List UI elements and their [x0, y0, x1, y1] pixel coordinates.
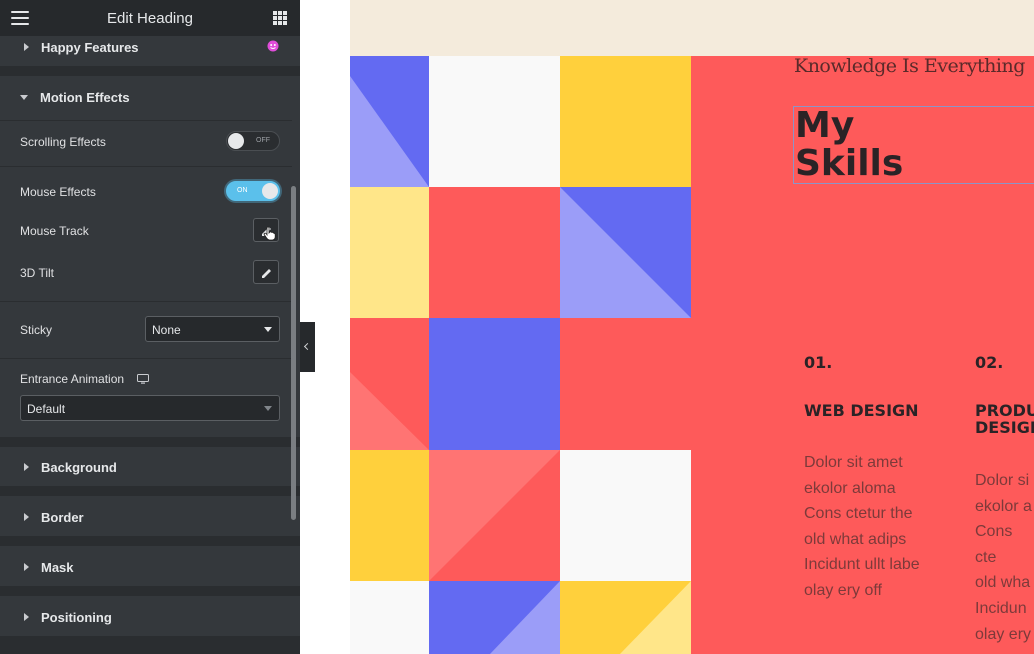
pencil-edit-icon: [262, 269, 271, 278]
row-sticky: Sticky None: [0, 310, 300, 350]
skill-name-line: PRODU: [975, 401, 1034, 420]
row-mouse-effects: Mouse Effects ON: [0, 172, 300, 212]
section-gap: [0, 636, 300, 654]
section-label: Positioning: [41, 609, 112, 625]
toggle-knob: [262, 183, 278, 199]
entrance-animation-label: Entrance Animation: [20, 372, 125, 386]
row-mouse-track: Mouse Track: [0, 211, 300, 251]
section-positioning[interactable]: Positioning: [0, 593, 300, 641]
skill-name-line: WEB DESIGN: [804, 401, 919, 420]
panel-scrollbar[interactable]: [291, 186, 296, 520]
skill-desc-line: ekolor a: [975, 497, 1032, 515]
sticky-select-value: None: [152, 323, 181, 337]
preview-canvas: Knowledge Is Everything My Skills 01. WE…: [315, 0, 1034, 654]
skill-name: PRODU DESIGN: [975, 402, 1034, 436]
mouse-effects-toggle[interactable]: ON: [226, 181, 280, 201]
section-mask[interactable]: Mask: [0, 543, 300, 591]
skill-description: Dolor si ekolor a Cons cte old wha Incid…: [975, 468, 1034, 647]
geometric-mosaic-image: [350, 56, 691, 654]
caret-right-icon: [24, 513, 29, 521]
section-label: Background: [41, 459, 117, 475]
skill-desc-line: old what adips: [804, 530, 907, 548]
caret-right-icon: [24, 613, 29, 621]
section-label: Mask: [41, 559, 74, 575]
divider: [0, 120, 292, 121]
entrance-animation-select[interactable]: Default: [20, 395, 280, 421]
scrolling-effects-toggle[interactable]: OFF: [226, 131, 280, 151]
toggle-knob: [228, 133, 244, 149]
skill-number: 02.: [975, 353, 1004, 372]
entrance-animation-value: Default: [27, 402, 66, 416]
heading-kicker: Knowledge Is Everything: [794, 55, 1025, 77]
divider: [0, 166, 292, 167]
mouse-track-label: Mouse Track: [20, 224, 89, 238]
scrolling-effects-label: Scrolling Effects: [20, 135, 106, 149]
sticky-select[interactable]: None: [145, 316, 280, 342]
caret-down-icon: [20, 94, 28, 100]
3d-tilt-label: 3D Tilt: [20, 266, 55, 280]
heading-line: My: [795, 105, 855, 146]
header-band: [350, 0, 1034, 56]
mouse-track-edit-button[interactable]: [253, 218, 279, 242]
toggle-state-text: OFF: [256, 137, 270, 144]
desktop-monitor-icon[interactable]: [137, 374, 149, 385]
skill-desc-line: Incidunt ullt labe: [804, 556, 920, 574]
skill-desc-line: Cons ctetur the: [804, 505, 913, 523]
panel-collapse-button[interactable]: [300, 322, 315, 372]
sticky-label: Sticky: [20, 323, 53, 337]
skill-desc-line: old wha: [975, 574, 1031, 592]
section-happy-features[interactable]: Happy Features: [0, 23, 300, 71]
mouse-effects-label: Mouse Effects: [20, 185, 96, 199]
caret-right-icon: [24, 463, 29, 471]
skill-number: 01.: [804, 353, 833, 372]
section-label: Border: [41, 509, 84, 525]
row-scrolling-effects: Scrolling Effects OFF: [0, 122, 300, 162]
skill-desc-line: Incidun: [975, 599, 1027, 617]
toggle-state-text: ON: [237, 187, 248, 194]
skill-name-line: DESIGN: [975, 418, 1034, 437]
skill-description: Dolor sit amet ekolor aloma Cons ctetur …: [804, 450, 920, 604]
editor-panel: Edit Heading Happy Features Motion Effec…: [0, 0, 300, 654]
selected-heading-widget[interactable]: My Skills: [793, 106, 1034, 184]
3d-tilt-edit-button[interactable]: [253, 260, 279, 284]
hand-pointer-icon: [263, 226, 276, 241]
chevron-left-icon: [303, 342, 312, 351]
divider: [0, 301, 292, 302]
skill-desc-line: Dolor si: [975, 472, 1030, 489]
section-border[interactable]: Border: [0, 493, 300, 541]
section-motion-effects[interactable]: Motion Effects: [0, 73, 300, 121]
section-background[interactable]: Background: [0, 443, 300, 491]
skill-desc-line: ekolor aloma: [804, 479, 896, 497]
row-3d-tilt: 3D Tilt: [0, 253, 300, 293]
caret-right-icon: [24, 563, 29, 571]
skill-desc-line: Cons cte: [975, 523, 1013, 566]
skill-desc-line: olay ery off: [804, 581, 882, 599]
section-label: Happy Features: [41, 39, 139, 55]
skill-desc-line: olay ery: [975, 625, 1032, 643]
section-label: Motion Effects: [40, 89, 130, 105]
row-entrance-animation: Entrance Animation: [0, 359, 300, 399]
happy-addons-icon: [267, 40, 279, 52]
skill-desc-line: Dolor sit amet: [804, 454, 903, 471]
skill-name: WEB DESIGN: [804, 402, 919, 419]
heading-line: Skills: [795, 143, 904, 184]
chevron-down-icon: [264, 327, 272, 332]
chevron-down-icon: [264, 406, 272, 411]
caret-right-icon: [24, 43, 29, 51]
